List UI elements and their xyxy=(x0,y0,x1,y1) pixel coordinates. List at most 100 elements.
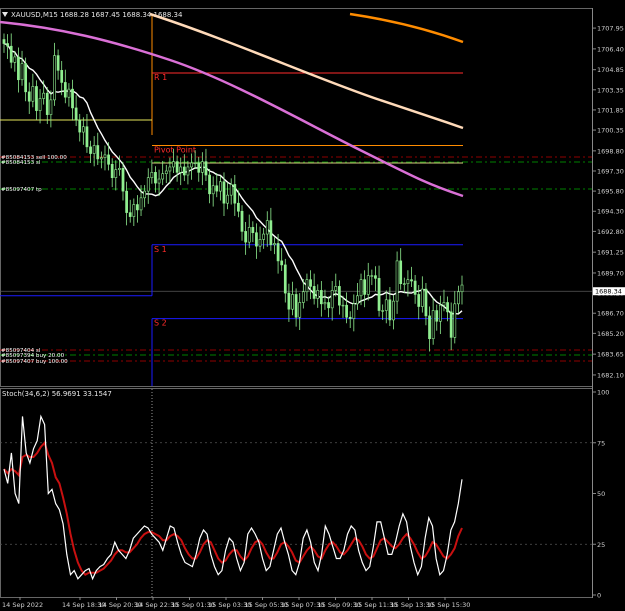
candle-body xyxy=(395,260,399,302)
candle-body xyxy=(258,239,262,247)
candle-body xyxy=(35,86,38,111)
candle-body xyxy=(56,55,60,71)
candle-body xyxy=(186,166,190,176)
candle-body xyxy=(81,126,85,133)
price-tick-label: 1689.70 xyxy=(597,269,624,277)
chart-canvas[interactable]: XAUUSD,M15 1688.28 1687.45 1688.34 1688.… xyxy=(0,0,625,611)
candle-body xyxy=(24,63,28,93)
candle-body xyxy=(128,212,132,217)
candle-body xyxy=(67,88,71,98)
candle-body xyxy=(359,279,363,297)
candle-body xyxy=(280,260,284,266)
pivot-level-label: R 1 xyxy=(154,73,167,82)
price-axis: 1707.95 1706.40 1704.85 1703.35 1701.85 1700.… xyxy=(0,25,625,379)
candle-body xyxy=(363,279,367,295)
candle-body xyxy=(334,286,338,291)
candle-body xyxy=(370,275,374,277)
candle-body xyxy=(6,43,9,47)
stochastic-lines xyxy=(3,414,463,581)
candle-body xyxy=(402,283,406,285)
candle-body xyxy=(215,185,219,192)
candle-body xyxy=(453,303,457,338)
candle-body xyxy=(150,172,154,179)
chart-window[interactable]: XAUUSD,M15 1688.28 1687.45 1688.34 1688.… xyxy=(0,0,625,611)
candle-body xyxy=(60,70,64,83)
candle-body xyxy=(431,310,435,340)
pivot-level-label: S 1 xyxy=(154,245,167,254)
candle-body xyxy=(110,163,114,179)
candle-body xyxy=(164,170,168,174)
candle-body xyxy=(157,178,161,184)
candle-body xyxy=(323,302,327,305)
candle-body xyxy=(374,275,377,279)
pivot-level-label: Pivot Point xyxy=(154,145,196,154)
candle-body xyxy=(366,275,370,295)
candle-body xyxy=(219,181,222,192)
candle-body xyxy=(208,174,211,195)
pivot-level-label: S 2 xyxy=(154,319,167,328)
candle-body xyxy=(269,220,273,246)
order-line-label: #85084153 sl xyxy=(1,160,41,166)
candle-body xyxy=(200,161,204,173)
candle-body xyxy=(348,316,352,319)
current-price-label: 1688.34 xyxy=(595,288,622,296)
candle-body xyxy=(417,294,421,307)
price-tick-label: 1685.20 xyxy=(597,330,624,338)
stoch-tick-label: 75 xyxy=(597,439,605,447)
candle-body xyxy=(273,243,276,246)
candle-body xyxy=(388,299,392,321)
candle-body xyxy=(71,88,74,109)
candle-body xyxy=(341,304,345,307)
candle-body xyxy=(392,300,395,321)
chart-menu-arrow-icon[interactable] xyxy=(2,12,8,17)
candle-body xyxy=(460,284,464,293)
symbol-title: XAUUSD,M15 xyxy=(11,11,58,19)
stoch-tick-label: 100 xyxy=(597,389,609,397)
candle-body xyxy=(121,168,125,192)
candle-body xyxy=(338,286,341,306)
candles xyxy=(2,33,464,352)
price-tick-label: 1691.25 xyxy=(597,249,624,257)
ma-orange-line xyxy=(349,12,464,44)
stoch-tick-label: 0 xyxy=(597,592,601,600)
candle-body xyxy=(449,311,453,338)
candle-body xyxy=(211,185,215,195)
candle-body xyxy=(2,39,6,44)
candle-body xyxy=(377,278,381,311)
candle-body xyxy=(251,227,255,234)
candle-body xyxy=(294,294,298,318)
candle-body xyxy=(406,279,410,285)
candle-body xyxy=(63,82,67,98)
candle-body xyxy=(89,146,92,154)
candle-body xyxy=(193,162,197,165)
stoch-tick-label: 50 xyxy=(597,490,605,498)
moving-averages xyxy=(0,12,464,315)
stoch-tick-label: 25 xyxy=(597,541,605,549)
order-line-label: #85097407 tp xyxy=(1,187,42,193)
stoch-label: Stoch(34,6,2) 56.9691 33.1547 xyxy=(2,390,112,398)
candle-body xyxy=(410,279,413,282)
candle-body xyxy=(103,154,107,158)
time-axis: 14 Sep 2022 14 Sep 18:3014 Sep 20:3014 Se… xyxy=(2,597,470,609)
candle-body xyxy=(53,55,56,101)
candle-body xyxy=(85,126,89,148)
candle-body xyxy=(298,302,302,318)
candle-body xyxy=(287,292,291,310)
candle-body xyxy=(78,119,82,133)
stoch-main-line xyxy=(3,414,463,581)
price-tick-label: 1701.85 xyxy=(597,106,624,114)
candle-body xyxy=(356,295,359,305)
candle-body xyxy=(352,303,356,319)
candle-body xyxy=(316,290,320,299)
candle-body xyxy=(255,232,258,247)
candle-body xyxy=(49,99,53,115)
price-tick-label: 1703.35 xyxy=(597,86,624,94)
stoch-panel-border xyxy=(0,388,593,598)
price-tick-label: 1704.85 xyxy=(597,66,624,74)
time-tick-label: 14 Sep 2022 xyxy=(2,601,43,609)
candle-body xyxy=(345,304,348,318)
candle-body xyxy=(399,260,403,285)
price-tick-label: 1683.65 xyxy=(597,351,624,359)
price-tick-label: 1697.30 xyxy=(597,167,624,175)
price-tick-label: 1695.80 xyxy=(597,188,624,196)
